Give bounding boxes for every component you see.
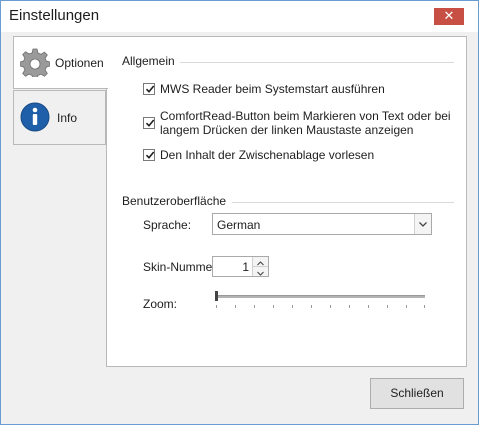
info-icon xyxy=(20,102,50,132)
slider-tick xyxy=(330,305,331,308)
group-title-ui: Benutzeroberfläche xyxy=(122,194,227,208)
options-panel: Allgemein MWS Reader beim Systemstart au… xyxy=(106,36,467,367)
tab-optionen[interactable]: Optionen xyxy=(13,36,108,89)
slider-tick xyxy=(216,305,217,308)
slider-tick xyxy=(406,305,407,308)
zoom-slider-track[interactable] xyxy=(215,295,425,298)
slider-tick xyxy=(349,305,350,308)
language-select[interactable]: German xyxy=(212,213,432,235)
stepper-down-button[interactable] xyxy=(253,267,268,276)
gear-icon xyxy=(20,48,50,77)
group-divider-general xyxy=(180,62,454,63)
checkmark-icon xyxy=(145,119,155,127)
checkbox-autostart-label: MWS Reader beim Systemstart ausführen xyxy=(160,82,385,96)
checkbox-comfortread-label-line2: langem Drücken der linken Maustaste anze… xyxy=(160,123,414,137)
stepper-up-button[interactable] xyxy=(253,257,268,267)
skin-number-value[interactable]: 1 xyxy=(242,260,249,274)
tab-info[interactable]: Info xyxy=(13,90,106,145)
checkmark-icon xyxy=(145,85,155,93)
tab-optionen-label: Optionen xyxy=(55,56,104,70)
checkbox-clipboard[interactable] xyxy=(143,149,155,161)
checkbox-clipboard-label: Den Inhalt der Zwischenablage vorlesen xyxy=(160,148,375,162)
skin-number-stepper[interactable]: 1 xyxy=(212,256,269,277)
close-window-button[interactable]: ✕ xyxy=(434,8,464,25)
dropdown-button[interactable] xyxy=(414,214,431,234)
group-divider-ui xyxy=(232,202,454,203)
title-bar[interactable]: Einstellungen ✕ xyxy=(1,1,478,32)
zoom-slider-thumb[interactable] xyxy=(215,291,218,301)
slider-tick xyxy=(387,305,388,308)
settings-window: Einstellungen ✕ Optionen Info Allgemein xyxy=(0,0,479,425)
chevron-down-icon xyxy=(419,222,427,227)
group-title-general: Allgemein xyxy=(122,54,175,68)
language-label: Sprache: xyxy=(143,218,192,232)
slider-tick xyxy=(368,305,369,308)
close-button[interactable]: Schließen xyxy=(370,378,464,409)
checkmark-icon xyxy=(145,151,155,159)
stepper-buttons xyxy=(252,257,268,276)
tab-info-label: Info xyxy=(57,111,78,125)
language-select-value: German xyxy=(217,218,261,232)
close-icon: ✕ xyxy=(443,9,455,24)
chevron-down-icon xyxy=(257,271,264,276)
slider-tick xyxy=(292,305,293,308)
slider-tick xyxy=(235,305,236,308)
slider-tick xyxy=(254,305,255,308)
checkbox-autostart[interactable] xyxy=(143,83,155,95)
checkbox-comfortread-label-line1: ComfortRead-Button beim Markieren von Te… xyxy=(160,109,451,123)
checkbox-comfortread[interactable] xyxy=(143,117,155,129)
slider-tick xyxy=(424,305,425,308)
slider-tick xyxy=(311,305,312,308)
slider-tick xyxy=(273,305,274,308)
skin-label: Skin-Nummer: xyxy=(143,260,220,274)
zoom-label: Zoom: xyxy=(143,297,178,311)
window-title: Einstellungen xyxy=(9,7,100,24)
